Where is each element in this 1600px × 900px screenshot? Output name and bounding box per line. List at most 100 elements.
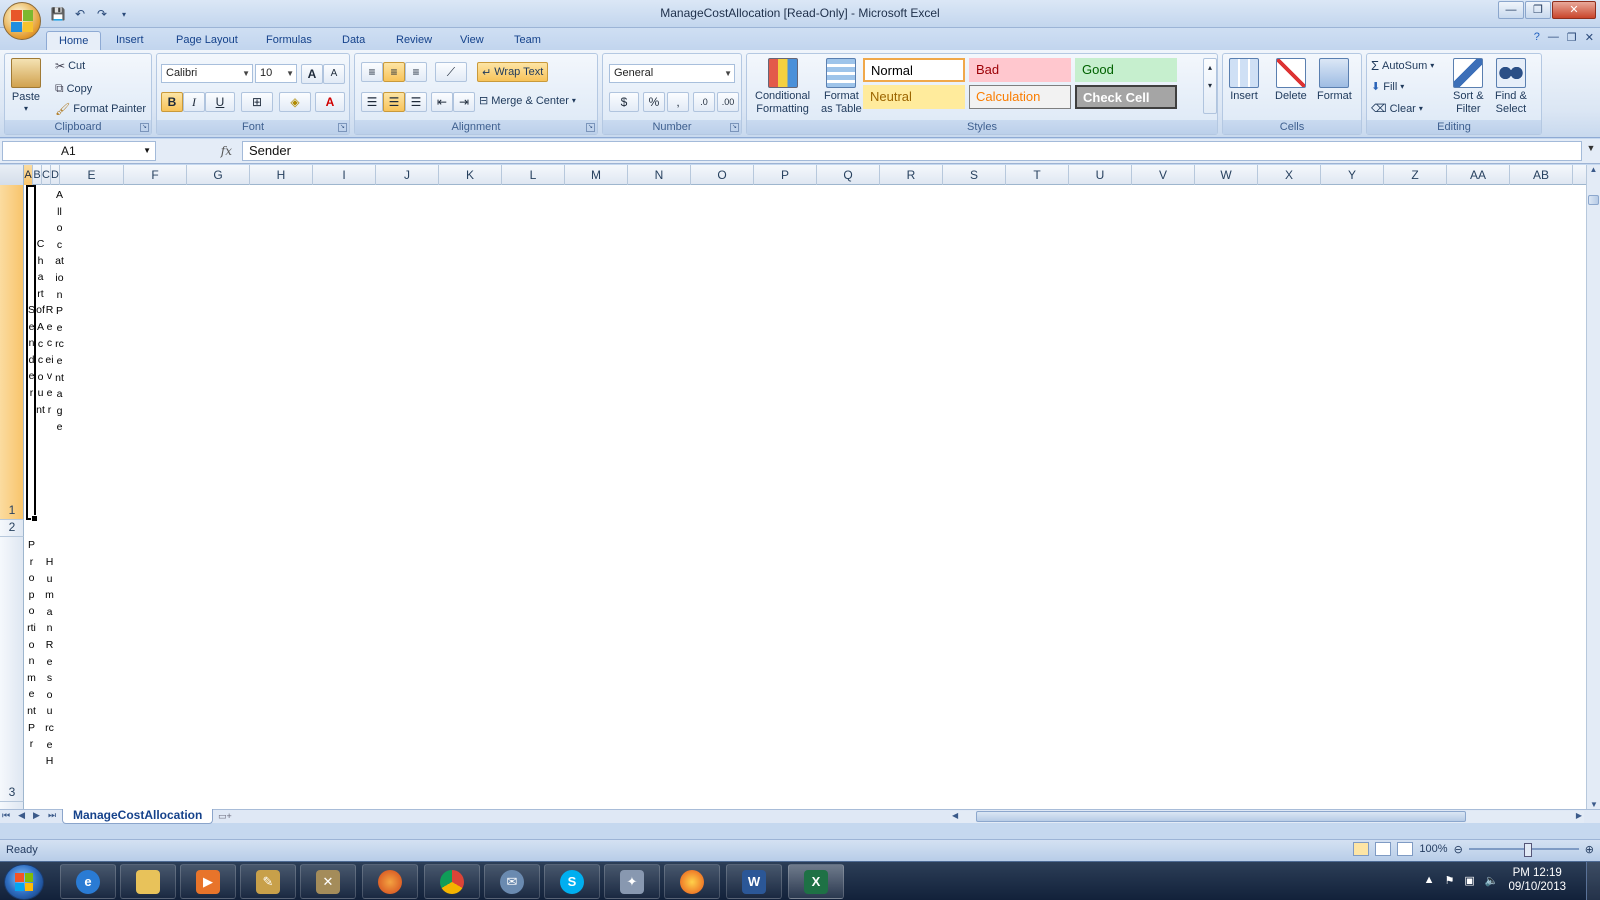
page-break-view-icon[interactable] xyxy=(1397,842,1414,856)
tab-data[interactable]: Data xyxy=(330,31,377,50)
column-header-l[interactable]: L xyxy=(502,165,565,185)
vertical-scroll-thumb[interactable] xyxy=(1588,195,1599,205)
zoom-level[interactable]: 100% xyxy=(1419,843,1447,855)
volume-icon[interactable]: 🔈 xyxy=(1485,874,1499,887)
tab-page-layout[interactable]: Page Layout xyxy=(164,31,250,50)
scroll-up-icon[interactable]: ▲ xyxy=(1587,165,1600,174)
conditional-formatting-button[interactable]: Conditional Formatting xyxy=(755,58,810,116)
column-header-q[interactable]: Q xyxy=(817,165,880,185)
taskbar-windows-explorer[interactable] xyxy=(120,864,176,899)
zoom-in-icon[interactable]: ⊕ xyxy=(1585,843,1594,856)
minimize-button[interactable]: — xyxy=(1498,1,1524,19)
scroll-right-icon[interactable]: ▶ xyxy=(1576,811,1582,820)
cell-style-check-cell[interactable]: Check Cell xyxy=(1075,85,1177,109)
zoom-out-icon[interactable]: ⊖ xyxy=(1454,843,1463,856)
increase-indent-button[interactable]: ⇥ xyxy=(453,92,475,112)
orientation-button[interactable]: ⟋ xyxy=(435,62,467,82)
align-center-button[interactable]: ☰ xyxy=(383,92,405,112)
fill-button[interactable]: ⬇ Fill ▾ xyxy=(1371,80,1404,94)
cell-style-calculation[interactable]: Calculation xyxy=(969,85,1071,109)
tab-formulas[interactable]: Formulas xyxy=(254,31,324,50)
taskbar-internet-explorer[interactable]: e xyxy=(60,864,116,899)
scroll-down-icon[interactable]: ▼ xyxy=(1587,800,1600,809)
formula-input[interactable]: Sender xyxy=(242,141,1582,161)
taskbar-thunderbird[interactable]: ✉ xyxy=(484,864,540,899)
number-format-combo[interactable]: General ▼ xyxy=(609,64,735,83)
grow-font-button[interactable]: A xyxy=(301,64,323,84)
name-box[interactable]: A1 ▼ xyxy=(2,141,156,161)
maximize-button[interactable]: ❐ xyxy=(1525,1,1551,19)
cell-D1[interactable]: Allocation Percentage xyxy=(55,187,64,436)
align-left-button[interactable]: ☰ xyxy=(361,92,383,112)
horizontal-scrollbar[interactable]: ◀ ▶ xyxy=(950,811,1584,823)
column-header-b[interactable]: B xyxy=(33,165,42,185)
alignment-launcher-icon[interactable]: ↘ xyxy=(586,123,595,132)
tab-review[interactable]: Review xyxy=(384,31,444,50)
next-sheet-icon[interactable]: ▶ xyxy=(33,810,40,821)
cell-B1[interactable]: Chart of Account xyxy=(36,236,45,419)
font-size-combo[interactable]: 10 ▼ xyxy=(255,64,297,83)
column-header-k[interactable]: K xyxy=(439,165,502,185)
taskbar-paint[interactable]: ✎ xyxy=(240,864,296,899)
taskbar-burner[interactable] xyxy=(664,864,720,899)
ribbon-restore-icon[interactable]: ❐ xyxy=(1567,31,1577,44)
column-header-v[interactable]: V xyxy=(1132,165,1195,185)
merge-center-button[interactable]: ⊟ Merge & Center ▾ xyxy=(479,94,576,108)
autosum-button[interactable]: Σ AutoSum ▾ xyxy=(1371,58,1434,73)
taskbar-tools[interactable]: ✕ xyxy=(300,864,356,899)
align-top-button[interactable]: ≡ xyxy=(361,62,383,82)
taskbar-firefox[interactable] xyxy=(362,864,418,899)
sheet-tab-managecostallocation[interactable]: ManageCostAllocation xyxy=(62,809,214,824)
cell-C3[interactable]: Human Resource H xyxy=(45,554,54,809)
cut-button[interactable]: ✂ Cut xyxy=(55,59,85,73)
copy-button[interactable]: ⧉ Copy xyxy=(55,81,92,96)
row-header-3[interactable]: 3 xyxy=(0,537,24,802)
cell-style-normal[interactable]: Normal xyxy=(863,58,965,82)
clock[interactable]: PM 12:19 09/10/2013 xyxy=(1508,866,1566,894)
last-sheet-icon[interactable]: ⏭ xyxy=(48,810,56,821)
delete-cells-button[interactable]: Delete xyxy=(1275,58,1307,102)
italic-button[interactable]: I xyxy=(183,92,205,112)
column-header-i[interactable]: I xyxy=(313,165,376,185)
insert-function-button[interactable]: fx xyxy=(160,141,240,161)
taskbar-chrome[interactable] xyxy=(424,864,480,899)
column-header-g[interactable]: G xyxy=(187,165,250,185)
prev-sheet-icon[interactable]: ◀ xyxy=(18,810,25,821)
column-header-r[interactable]: R xyxy=(880,165,943,185)
sort-filter-button[interactable]: Sort & Filter xyxy=(1453,58,1484,116)
font-launcher-icon[interactable]: ↘ xyxy=(338,123,347,132)
zoom-slider[interactable] xyxy=(1468,843,1579,857)
column-header-u[interactable]: U xyxy=(1069,165,1132,185)
start-button[interactable] xyxy=(4,864,44,900)
borders-button[interactable]: ⊞ xyxy=(241,92,273,112)
column-header-aa[interactable]: AA xyxy=(1447,165,1510,185)
bold-button[interactable]: B xyxy=(161,92,183,112)
row-header-1[interactable]: 1 xyxy=(0,185,24,520)
cell-style-bad[interactable]: Bad xyxy=(969,58,1071,82)
worksheet-grid[interactable]: A B C D E F G H I J K L M N O P Q R S T U V W X Y Z AA AB 1 2 3 Sen… xyxy=(0,165,1600,824)
action-center-flag-icon[interactable]: ⚑ xyxy=(1444,874,1454,887)
taskbar-word[interactable]: W xyxy=(726,864,782,899)
tab-team[interactable]: Team xyxy=(502,31,553,50)
styles-scroll[interactable]: ▴ ▾ xyxy=(1203,58,1217,114)
office-button[interactable] xyxy=(3,2,41,40)
ribbon-minimize-icon[interactable]: — xyxy=(1548,31,1559,44)
clear-button[interactable]: ⌫ Clear ▾ xyxy=(1371,102,1423,116)
currency-button[interactable]: $ xyxy=(609,92,639,112)
insert-cells-button[interactable]: Insert xyxy=(1229,58,1259,102)
tray-expand-icon[interactable]: ▲ xyxy=(1424,874,1435,886)
close-button[interactable]: ✕ xyxy=(1552,1,1596,19)
scroll-left-icon[interactable]: ◀ xyxy=(952,811,958,820)
cell-A3[interactable]: Proportionment Pr xyxy=(27,537,36,809)
column-header-s[interactable]: S xyxy=(943,165,1006,185)
help-icon[interactable]: ? xyxy=(1534,31,1540,44)
column-header-o[interactable]: O xyxy=(691,165,754,185)
format-painter-button[interactable]: 🖌 Format Painter xyxy=(55,102,146,116)
column-header-c[interactable]: C xyxy=(42,165,51,185)
show-desktop-button[interactable] xyxy=(1586,862,1600,900)
column-header-t[interactable]: T xyxy=(1006,165,1069,185)
column-header-m[interactable]: M xyxy=(565,165,628,185)
cell-style-neutral[interactable]: Neutral xyxy=(863,85,965,109)
normal-view-icon[interactable] xyxy=(1353,842,1370,856)
column-header-e[interactable]: E xyxy=(60,165,124,185)
